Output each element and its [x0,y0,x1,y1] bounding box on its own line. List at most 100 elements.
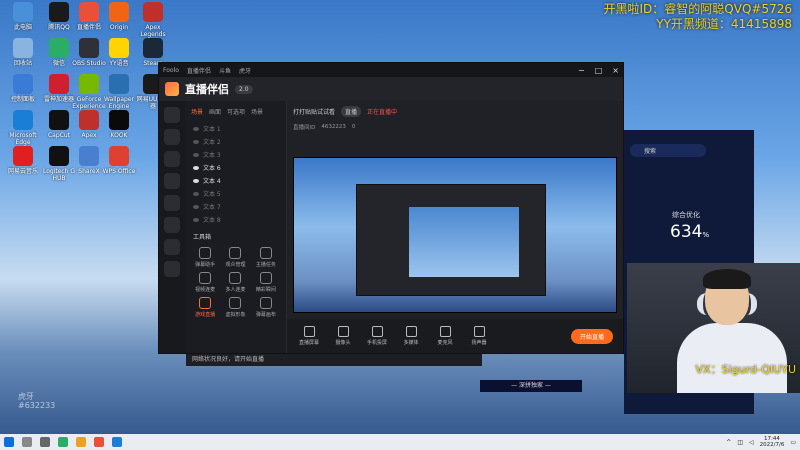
scene-item[interactable]: 文本 5 [185,187,286,200]
volume-icon[interactable]: ◁ [749,439,754,446]
toolbox-item[interactable]: 观众管理 [221,247,249,268]
titlebar-item[interactable]: 斗鱼 [219,66,231,75]
scene-item-label: 文本 4 [203,178,221,185]
desktop-icon[interactable]: 此电脑 [4,2,42,31]
start-icon[interactable] [4,437,14,447]
desktop-icon[interactable]: YY语音 [100,38,138,67]
toolbox-item[interactable]: 游戏直播 [191,297,219,318]
clock[interactable]: 17:44 2022/7/6 [760,436,785,448]
app-icon [79,74,99,94]
camera-source-button[interactable]: 摄像头 [331,326,355,346]
avatar[interactable] [164,173,180,189]
toolbox-item[interactable]: 多人连麦 [221,272,249,293]
scene-item-label: 文本 3 [203,152,221,159]
screen-source-button[interactable]: 直播屏幕 [297,326,321,346]
phone-cast-button[interactable]: 手机投屏 [365,326,389,346]
eye-icon[interactable] [193,152,199,157]
live-tag[interactable]: 直播 [341,105,362,117]
desktop-icon[interactable]: 网易云音乐 [4,146,42,175]
toolbox-item-label: 弹幕助手 [195,262,216,268]
edge-taskbar-icon[interactable] [112,437,122,447]
avatar[interactable] [164,195,180,211]
scene-item[interactable]: 文本 4 [185,174,286,187]
desktop-icon[interactable]: 控制面板 [4,74,42,103]
toolbox-grid: 弹幕助手 观众管理 主播任务视频连麦 多人连麦 精彩瞬间游戏直播 虚拟形象 弹幕画布 [185,243,286,322]
scene-item[interactable]: 文本 8 [185,213,286,226]
stream-preview[interactable] [293,157,617,313]
eye-icon[interactable] [193,204,199,209]
toolbox-item[interactable]: 精彩瞬间 [252,272,280,293]
toolbox-item[interactable]: 视频连麦 [191,272,219,293]
toolbox-item[interactable]: 弹幕画布 [252,297,280,318]
home-icon[interactable] [164,129,180,145]
eye-icon[interactable] [193,191,199,196]
eye-icon[interactable] [193,217,199,222]
desktop-icon[interactable]: Origin [100,2,138,31]
media-source-button[interactable]: 多媒体 [399,326,423,346]
headphone-icon [697,293,757,315]
tab-scene[interactable]: 场景 [191,107,203,116]
add-icon[interactable] [164,261,180,277]
eye-icon[interactable] [193,139,199,144]
app-icon [143,2,163,22]
optimizer-search-input[interactable]: 搜索 [630,144,706,157]
optimizer-label: 综合优化 [672,211,700,219]
speaker-button[interactable]: 扬声器 [467,326,491,346]
start-live-button[interactable]: 开始直播 [570,328,613,344]
desktop-icon[interactable]: KOOK [100,110,138,139]
desktop-icon[interactable]: WPS Office [100,146,138,175]
wechat-taskbar-icon[interactable] [58,437,68,447]
channel-icon[interactable] [164,239,180,255]
scene-item[interactable]: 文本 1 [185,122,286,135]
microphone-button[interactable]: 麦克风 [433,326,457,346]
tab-picture[interactable]: 画面 [209,107,221,116]
eye-icon[interactable] [193,165,199,170]
tool-icon [259,297,272,309]
app-icon [49,74,69,94]
scene-item[interactable]: 文本 6 [185,161,286,174]
notification-icon[interactable]: ▭ [790,439,796,446]
window-titlebar: Foolo 直播伴侣 斗鱼 虎牙 − □ × [159,63,623,77]
discord-icon[interactable] [164,107,180,123]
toolbox-item[interactable]: 主播任务 [252,247,280,268]
toolbox-item-label: 观众管理 [225,262,246,268]
scene-list: 文本 1 文本 2 文本 3 文本 6 文本 4 文本 5 文本 7 文本 8 [185,122,286,226]
promo-banner: — 深拼独家 — [480,380,582,392]
maximize-icon[interactable]: □ [595,66,603,75]
eye-icon[interactable] [193,178,199,183]
desktop-icon[interactable]: Wallpaper Engine [100,74,138,110]
toolbox-item[interactable]: 虚拟形象 [221,297,249,318]
tool-icon [229,272,242,284]
eye-icon[interactable] [193,126,199,131]
app-icon [109,38,129,58]
channel-icon[interactable] [164,217,180,233]
tab-options[interactable]: 可选项 [227,107,245,116]
task-view-icon[interactable] [40,437,50,447]
scene-item[interactable]: 文本 2 [185,135,286,148]
scene-item[interactable]: 文本 3 [185,148,286,161]
desktop-icon-label: Microsoft Edge [9,132,37,146]
toolbox-item[interactable]: 弹幕助手 [191,247,219,268]
overlay-yy-channel: YY开黑频道：41415898 [656,17,792,31]
minimize-icon[interactable]: − [578,66,585,75]
live-companion-taskbar-icon[interactable] [94,437,104,447]
network-icon[interactable]: ◫ [737,439,743,446]
avatar[interactable] [164,151,180,167]
titlebar-item[interactable]: 直播伴侣 [187,66,211,75]
titlebar-item[interactable]: Foolo [163,67,179,74]
scene-item[interactable]: 文本 7 [185,200,286,213]
chevron-up-icon[interactable]: ^ [726,439,731,446]
titlebar-item[interactable]: 虎牙 [239,66,251,75]
search-icon[interactable] [22,437,32,447]
left-sidebar [159,101,185,353]
app-icon [109,2,129,22]
app-icon [79,110,99,130]
desktop-icon[interactable]: Microsoft Edge [4,110,42,146]
close-icon[interactable]: × [612,66,619,75]
desktop-icon[interactable]: Apex Legends [134,2,172,38]
explorer-taskbar-icon[interactable] [76,437,86,447]
nested-preview-screen [409,207,519,277]
desktop-icon[interactable]: 回收站 [4,38,42,67]
toolbox-title: 工具箱 [193,234,212,241]
tab-scene-alt[interactable]: 场景 [251,107,263,116]
